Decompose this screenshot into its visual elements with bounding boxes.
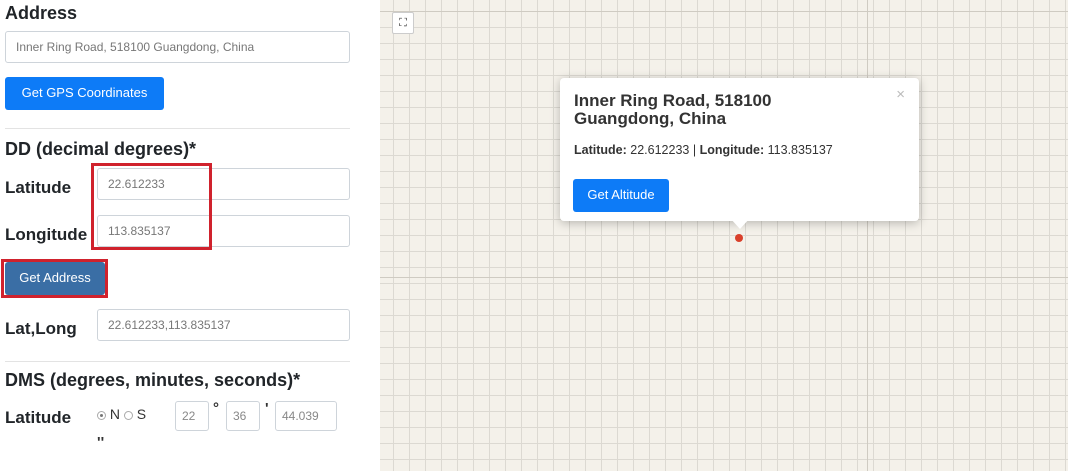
latlong-input[interactable]: 22.612233,113.835137: [97, 309, 350, 341]
popup-longitude-value: 113.835137: [767, 143, 833, 157]
second-symbol: '': [97, 434, 105, 451]
close-icon[interactable]: ×: [896, 86, 905, 103]
popup-latitude-label: Latitude:: [574, 143, 627, 157]
minute-symbol: ': [265, 400, 269, 417]
dd-longitude-label: Longitude: [5, 225, 88, 244]
popup-title: Inner Ring Road, 518100 Guangdong, China: [574, 91, 772, 128]
get-gps-coordinates-button[interactable]: Get GPS Coordinates: [5, 77, 164, 110]
radio-south-label: S: [136, 406, 147, 422]
popup-separator: |: [692, 143, 697, 157]
fullscreen-icon[interactable]: ⛶: [392, 12, 414, 34]
dd-heading: DD (decimal degrees)*: [5, 139, 197, 159]
map-grid-line: [867, 0, 868, 471]
location-marker[interactable]: [735, 234, 743, 242]
location-popup: Inner Ring Road, 518100 Guangdong, China…: [560, 78, 919, 221]
popup-coordinates: Latitude: 22.612233 | Longitude: 113.835…: [574, 143, 833, 157]
map-grid-line: [380, 277, 1068, 278]
divider: [5, 128, 350, 129]
hemisphere-radio-group: N S: [97, 406, 146, 422]
dms-seconds-input[interactable]: 44.039: [275, 401, 337, 431]
highlight-box-coordinates: [91, 163, 212, 250]
latlong-label: Lat,Long: [5, 319, 77, 338]
divider: [5, 361, 350, 362]
dms-degrees-input[interactable]: 22: [175, 401, 209, 431]
dd-latitude-label: Latitude: [5, 178, 72, 197]
dms-heading: DMS (degrees, minutes, seconds)*: [5, 370, 301, 390]
radio-north-label: N: [109, 406, 121, 422]
popup-tip: [730, 218, 750, 229]
converter-panel: Address Inner Ring Road, 518100 Guangdon…: [0, 0, 380, 471]
dms-minutes-input[interactable]: 36: [226, 401, 260, 431]
get-altitude-button[interactable]: Get Altitude: [573, 179, 669, 212]
popup-latitude-value: 22.612233: [630, 143, 690, 157]
radio-south[interactable]: [123, 410, 133, 420]
radio-north[interactable]: [97, 410, 106, 420]
address-input[interactable]: Inner Ring Road, 518100 Guangdong, China: [5, 31, 350, 63]
highlight-box-get-address: [1, 259, 108, 298]
popup-longitude-label: Longitude:: [699, 143, 765, 157]
map-view[interactable]: ⛶ Inner Ring Road, 518100 Guangdong, Chi…: [380, 0, 1068, 471]
address-heading: Address: [5, 3, 78, 23]
dms-latitude-label: Latitude: [5, 408, 72, 427]
map-grid-line: [380, 11, 1068, 12]
degree-symbol: °: [213, 400, 219, 417]
